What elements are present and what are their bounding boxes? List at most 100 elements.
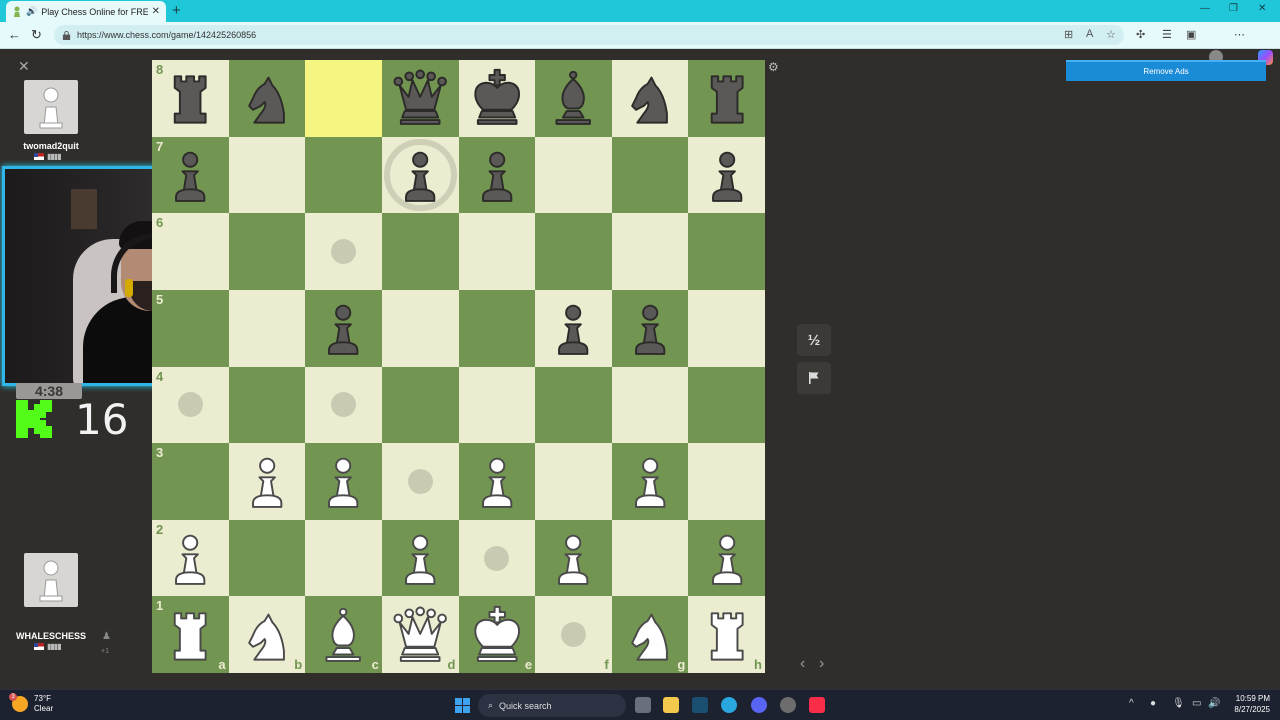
previous-move-icon[interactable]: ‹ xyxy=(800,655,805,673)
square-e4[interactable] xyxy=(458,366,536,444)
square-b8[interactable] xyxy=(228,60,306,137)
legal-move-dot[interactable] xyxy=(484,545,510,571)
square-g7[interactable] xyxy=(611,136,689,214)
square-h8[interactable] xyxy=(688,60,765,137)
square-d8[interactable] xyxy=(381,60,459,137)
white-pawn-icon[interactable] xyxy=(158,526,222,590)
board-settings-gear-icon[interactable]: ⚙ xyxy=(768,60,779,74)
next-move-icon[interactable]: › xyxy=(819,655,824,673)
back-icon[interactable]: ← xyxy=(8,27,21,42)
square-g6[interactable] xyxy=(611,213,689,290)
offer-draw-button[interactable]: ½ xyxy=(797,324,831,356)
square-b7[interactable] xyxy=(228,136,306,214)
square-d7[interactable] xyxy=(381,136,459,214)
white-pawn-icon[interactable] xyxy=(695,526,759,590)
white-queen-icon[interactable] xyxy=(388,603,452,667)
tab-close-icon[interactable]: ✕ xyxy=(152,6,160,17)
square-e8[interactable] xyxy=(458,60,536,137)
square-f8[interactable] xyxy=(535,60,612,137)
chess-board[interactable]: 876 5 4 3 21abcde fgh xyxy=(152,60,765,673)
white-pawn-icon[interactable] xyxy=(311,449,375,513)
new-tab-button[interactable]: + xyxy=(172,2,181,20)
weather-widget[interactable]: 3 73°F Clear xyxy=(9,693,53,714)
square-g8[interactable] xyxy=(611,60,689,137)
resign-flag-button[interactable] xyxy=(797,362,831,394)
legal-move-dot[interactable] xyxy=(331,239,357,265)
square-d4[interactable] xyxy=(381,366,459,444)
black-pawn-icon[interactable] xyxy=(465,143,529,207)
white-pawn-icon[interactable] xyxy=(465,449,529,513)
bottom-player-avatar[interactable] xyxy=(24,553,78,607)
square-f6[interactable] xyxy=(535,213,612,290)
square-c5[interactable] xyxy=(305,289,382,367)
windows-start-icon[interactable] xyxy=(455,698,470,713)
close-panel-icon[interactable]: ✕ xyxy=(18,58,30,75)
square-f1[interactable]: f xyxy=(535,596,612,673)
top-player-name[interactable]: twomad2quit xyxy=(12,141,90,151)
square-h6[interactable] xyxy=(688,213,765,290)
file-explorer-icon[interactable] xyxy=(663,697,679,713)
volume-icon[interactable]: 🔊 xyxy=(1208,698,1220,709)
square-c3[interactable] xyxy=(305,443,382,520)
white-knight-icon[interactable] xyxy=(235,603,299,667)
edge-browser-icon[interactable] xyxy=(721,697,737,713)
square-e6[interactable] xyxy=(458,213,536,290)
square-c7[interactable] xyxy=(305,136,382,214)
bottom-player-name[interactable]: WHALESCHESS xyxy=(12,631,90,641)
refresh-icon[interactable]: ↻ xyxy=(31,27,42,43)
square-h4[interactable] xyxy=(688,366,765,444)
maximize-icon[interactable]: ❐ xyxy=(1229,3,1238,14)
white-bishop-icon[interactable] xyxy=(311,603,375,667)
square-g1[interactable]: g xyxy=(611,596,689,673)
music-app-icon[interactable] xyxy=(809,697,825,713)
collections-icon[interactable]: ▣ xyxy=(1186,28,1196,41)
discord-icon[interactable] xyxy=(751,697,767,713)
square-f2[interactable] xyxy=(535,519,612,597)
square-b3[interactable] xyxy=(228,443,306,520)
square-e2[interactable] xyxy=(458,519,536,597)
square-e5[interactable] xyxy=(458,289,536,367)
square-f4[interactable] xyxy=(535,366,612,444)
white-knight-icon[interactable] xyxy=(618,603,682,667)
black-rook-icon[interactable] xyxy=(158,66,222,130)
black-queen-icon[interactable] xyxy=(388,66,452,130)
square-d1[interactable]: d xyxy=(381,596,459,673)
minimize-icon[interactable]: — xyxy=(1200,3,1210,14)
white-rook-icon[interactable] xyxy=(158,603,222,667)
square-b2[interactable] xyxy=(228,519,306,597)
more-menu-icon[interactable]: ⋯ xyxy=(1234,28,1245,41)
square-a4[interactable]: 4 xyxy=(152,366,229,444)
remove-ads-button[interactable]: Remove Ads xyxy=(1066,60,1266,81)
square-a5[interactable]: 5 xyxy=(152,289,229,367)
legal-move-dot[interactable] xyxy=(407,468,433,494)
square-g2[interactable] xyxy=(611,519,689,597)
legal-move-dot[interactable] xyxy=(331,392,357,418)
square-b1[interactable]: b xyxy=(228,596,306,673)
legal-move-dot[interactable] xyxy=(177,392,203,418)
favorites-icon[interactable]: ☰ xyxy=(1162,28,1172,41)
square-c8[interactable] xyxy=(305,60,382,137)
square-g5[interactable] xyxy=(611,289,689,367)
read-aloud-icon[interactable]: A xyxy=(1086,28,1093,40)
system-clock[interactable]: 10:59 PM 8/27/2025 xyxy=(1222,693,1270,715)
obs-icon[interactable] xyxy=(780,697,796,713)
task-view-icon[interactable] xyxy=(635,697,651,713)
square-g3[interactable] xyxy=(611,443,689,520)
white-pawn-icon[interactable] xyxy=(388,526,452,590)
white-pawn-icon[interactable] xyxy=(618,449,682,513)
steam-icon[interactable] xyxy=(692,697,708,713)
white-pawn-icon[interactable] xyxy=(235,449,299,513)
square-c1[interactable]: c xyxy=(305,596,382,673)
tray-app-icon[interactable]: ● xyxy=(1150,698,1156,709)
tray-overflow-icon[interactable]: ^ xyxy=(1129,698,1134,709)
black-rook-icon[interactable] xyxy=(695,66,759,130)
square-c6[interactable] xyxy=(305,213,382,290)
network-icon[interactable]: ▭ xyxy=(1192,698,1201,709)
legal-move-dot[interactable] xyxy=(560,622,586,648)
white-rook-icon[interactable] xyxy=(695,603,759,667)
square-h2[interactable] xyxy=(688,519,765,597)
square-a3[interactable]: 3 xyxy=(152,443,229,520)
square-d5[interactable] xyxy=(381,289,459,367)
window-close-icon[interactable]: ✕ xyxy=(1258,3,1266,14)
black-king-icon[interactable] xyxy=(465,66,529,130)
